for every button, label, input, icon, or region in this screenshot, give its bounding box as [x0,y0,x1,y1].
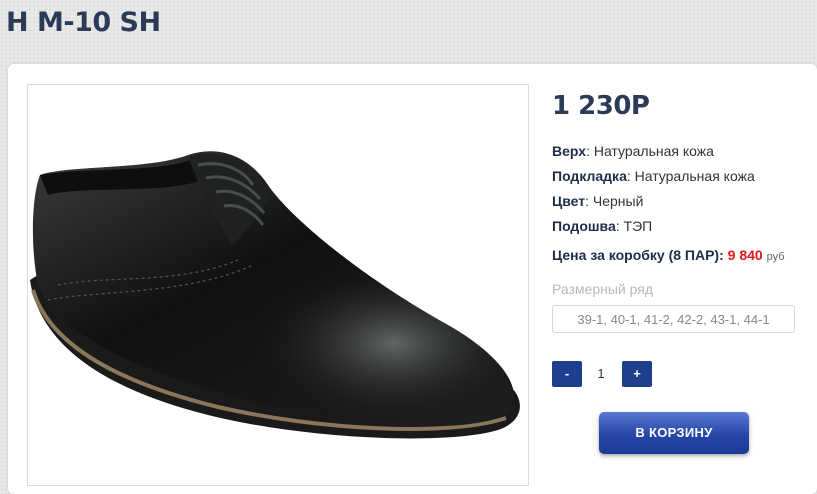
spec-upper: Верх: Натуральная кожа [552,143,714,159]
spec-lining-value: Натуральная кожа [634,168,755,184]
product-image[interactable] [27,84,529,486]
box-price: Цена за коробку (8 ПАР): 9 840 руб [552,247,785,263]
box-price-label: Цена за коробку (8 ПАР): [552,247,724,263]
spec-lining-label: Подкладка [552,168,627,184]
spec-upper-value: Натуральная кожа [593,143,714,159]
spec-sole-value: ТЭП [623,218,653,234]
quantity-increase-button[interactable]: + [622,361,652,387]
shoe-image [30,151,520,439]
quantity-input[interactable]: 1 [586,361,616,387]
spec-color-label: Цвет [552,193,586,209]
product-price: 1 230Р [552,91,650,121]
box-price-currency: руб [766,251,785,263]
quantity-decrease-button[interactable]: - [552,361,582,387]
spec-color: Цвет: Черный [552,193,644,209]
spec-sole: Подошва: ТЭП [552,218,653,234]
box-price-value: 9 840 [727,247,763,263]
page-title: Н М-10 SH [6,7,161,38]
spec-upper-label: Верх [552,143,587,159]
spec-color-value: Черный [592,193,644,209]
size-range-select[interactable]: 39-1, 40-1, 41-2, 42-2, 43-1, 44-1 [552,305,795,333]
add-to-cart-button[interactable]: В КОРЗИНУ [599,412,749,454]
size-range-label: Размерный ряд [552,281,654,297]
spec-sole-label: Подошва [552,218,616,234]
spec-lining: Подкладка: Натуральная кожа [552,168,755,184]
